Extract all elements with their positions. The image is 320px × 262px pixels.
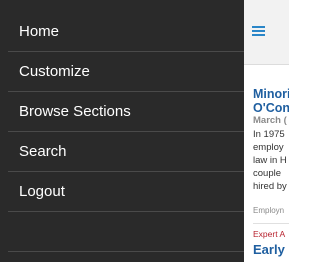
menu-item-browse-sections[interactable]: Browse Sections [8, 92, 244, 132]
menu-item-label: Customize [19, 63, 90, 80]
navigation-drawer: Home Customize Browse Sections Search Lo… [0, 0, 244, 262]
article-date: March ( [253, 115, 287, 126]
menu-item-label: Search [19, 143, 67, 160]
article-title[interactable]: Early I [253, 242, 289, 257]
article-title[interactable]: Minori [253, 87, 289, 102]
menu-item-label: Home [19, 23, 60, 40]
hamburger-icon[interactable] [252, 26, 265, 36]
article-body-line: law in H [253, 155, 287, 166]
article-kicker: Expert A [253, 229, 286, 239]
article-body-line: hired by [253, 181, 287, 192]
menu-item-label: Logout [19, 183, 65, 200]
app-screen: Home Customize Browse Sections Search Lo… [0, 0, 289, 262]
article-body-line: In 1975 [253, 129, 285, 140]
menu-item-logout[interactable]: Logout [8, 172, 244, 212]
content-pane[interactable]: Minori O'Con March ( In 1975 employ law … [244, 0, 289, 262]
article-title-line2[interactable]: O'Con [253, 101, 289, 116]
article-section-tag[interactable]: Employn [253, 206, 284, 215]
menu-item-search[interactable]: Search [8, 132, 244, 172]
top-bar [244, 0, 289, 65]
article-body-line: couple [253, 168, 281, 179]
menu-item-empty [8, 212, 244, 252]
menu-item-home[interactable]: Home [8, 12, 244, 52]
menu-item-customize[interactable]: Customize [8, 52, 244, 92]
article-divider [253, 223, 289, 224]
article-body-line: employ [253, 142, 284, 153]
menu-item-label: Browse Sections [19, 103, 131, 120]
